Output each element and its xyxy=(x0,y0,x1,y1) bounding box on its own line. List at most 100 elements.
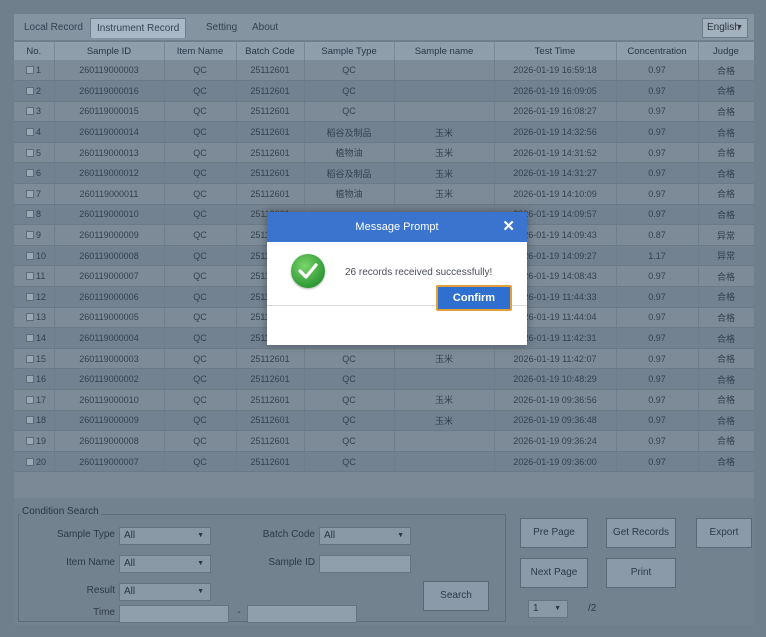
row-number: 9 xyxy=(36,230,42,241)
table-cell: 2026-01-19 16:09:05 xyxy=(494,80,617,102)
page-select[interactable]: 1 ▼ xyxy=(528,600,568,618)
table-row[interactable]: 6 260119000012 QC 25112601 稻谷及制品 玉米 2026-01-19… xyxy=(14,162,754,185)
top-tab-bar: Local Record Instrument Record Setting A… xyxy=(14,14,754,40)
table-cell: 260119000009 xyxy=(54,410,165,432)
row-checkbox[interactable] xyxy=(26,416,34,425)
table-row[interactable]: 17 260119000010 QC 25112601 QC 玉米 2026-01-19 0… xyxy=(14,389,754,411)
pre-page-button[interactable]: Pre Page xyxy=(520,518,588,548)
row-checkbox[interactable] xyxy=(26,231,34,240)
row-number-cell: 7 xyxy=(14,183,55,205)
row-number: 20 xyxy=(36,456,47,467)
table-cell: 合格 xyxy=(698,307,754,329)
table-row[interactable]: 16 260119000002 QC 25112601 QC 2026-01-19 10:… xyxy=(14,368,754,390)
table-row[interactable]: 4 260119000014 QC 25112601 稻谷及制品 玉米 2026-01-19… xyxy=(14,121,754,143)
row-checkbox[interactable] xyxy=(26,395,34,404)
table-cell: 260119000003 xyxy=(54,60,165,82)
close-icon[interactable]: ✕ xyxy=(502,212,515,242)
table-row[interactable]: 18 260119000009 QC 25112601 QC 玉米 2026-01-19 0… xyxy=(14,410,754,432)
table-cell: QC xyxy=(164,451,237,473)
tab-about[interactable]: About xyxy=(246,18,284,38)
row-checkbox[interactable] xyxy=(26,334,34,343)
row-number-cell: 20 xyxy=(14,451,55,473)
table-row[interactable]: 1 260119000003 QC 25112601 QC 2026-01-19 16:5… xyxy=(14,60,754,82)
sample-type-value: All xyxy=(124,530,136,541)
table-row[interactable]: 20 260119000007 QC 25112601 QC 2026-01-19 09:… xyxy=(14,451,754,473)
confirm-button[interactable]: Confirm xyxy=(436,285,512,311)
table-cell: 玉米 xyxy=(394,142,495,164)
row-checkbox[interactable] xyxy=(26,251,34,260)
tab-instrument-record[interactable]: Instrument Record xyxy=(90,18,187,38)
row-number-cell: 5 xyxy=(14,142,55,164)
table-cell: 25112601 xyxy=(236,410,305,432)
row-checkbox[interactable] xyxy=(26,457,34,466)
table-row[interactable]: 15 260119000003 QC 25112601 QC 玉米 2026-01-19 1… xyxy=(14,348,754,370)
table-cell: 260119000012 xyxy=(54,162,165,185)
language-select[interactable]: English ▼ xyxy=(702,18,748,38)
next-page-button[interactable]: Next Page xyxy=(520,558,588,588)
table-cell: 260119000008 xyxy=(54,430,165,452)
row-checkbox[interactable] xyxy=(26,354,34,363)
print-button[interactable]: Print xyxy=(606,558,676,588)
table-cell: 260119000014 xyxy=(54,121,165,143)
result-select[interactable]: All ▼ xyxy=(119,583,211,601)
row-number: 8 xyxy=(36,209,42,220)
row-checkbox[interactable] xyxy=(26,292,34,301)
table-row[interactable]: 5 260119000013 QC 25112601 植物油 玉米 2026-01-19 1… xyxy=(14,142,754,164)
bottom-panel: Sample Type All ▼ Batch Code All ▼ Item … xyxy=(14,498,754,625)
row-number: 11 xyxy=(36,271,46,282)
row-checkbox[interactable] xyxy=(26,86,34,95)
table-cell: 2026-01-19 14:32:56 xyxy=(494,121,617,143)
row-number: 13 xyxy=(36,312,47,323)
row-checkbox[interactable] xyxy=(26,375,34,384)
table-cell: 0.97 xyxy=(616,307,699,329)
table-cell: 260119000013 xyxy=(54,142,165,164)
table-cell: 25112601 xyxy=(236,389,305,411)
sample-type-select[interactable]: All ▼ xyxy=(119,527,211,545)
row-number: 16 xyxy=(36,374,47,385)
row-checkbox[interactable] xyxy=(26,169,34,178)
result-label: Result xyxy=(86,585,115,596)
table-row[interactable]: 19 260119000008 QC 25112601 QC 2026-01-19 09:… xyxy=(14,430,754,452)
table-cell: 稻谷及制品 xyxy=(304,162,395,185)
row-number: 19 xyxy=(36,435,47,446)
row-checkbox[interactable] xyxy=(26,148,34,157)
get-records-button[interactable]: Get Records xyxy=(606,518,676,548)
table-cell: 玉米 xyxy=(394,410,495,432)
tab-local-record[interactable]: Local Record xyxy=(18,18,89,38)
condition-search-box: Sample Type All ▼ Batch Code All ▼ Item … xyxy=(18,514,506,623)
batch-code-select[interactable]: All ▼ xyxy=(319,527,411,545)
row-checkbox[interactable] xyxy=(26,210,34,219)
row-checkbox[interactable] xyxy=(26,128,34,137)
row-number: 2 xyxy=(36,85,42,96)
time-end-input[interactable] xyxy=(247,605,357,623)
table-cell: 25112601 xyxy=(236,430,305,452)
row-checkbox[interactable] xyxy=(26,107,34,116)
row-checkbox[interactable] xyxy=(26,436,34,445)
table-row[interactable]: 2 260119000016 QC 25112601 QC 2026-01-19 16:0… xyxy=(14,80,754,102)
row-number-cell: 10 xyxy=(14,245,55,267)
table-row[interactable]: 3 260119000015 QC 25112601 QC 2026-01-19 16:0… xyxy=(14,101,754,123)
table-cell: 稻谷及制品 xyxy=(304,121,395,143)
row-checkbox[interactable] xyxy=(26,66,34,75)
row-number-cell: 9 xyxy=(14,224,55,246)
item-name-label: Item Name xyxy=(66,557,115,568)
sample-id-input[interactable] xyxy=(319,555,411,573)
row-number-cell: 2 xyxy=(14,80,55,102)
table-row[interactable]: 7 260119000011 QC 25112601 植物油 玉米 2026-01-19 1… xyxy=(14,183,754,205)
export-button[interactable]: Export xyxy=(696,518,752,548)
row-number-cell: 12 xyxy=(14,286,55,308)
row-checkbox[interactable] xyxy=(26,189,34,198)
table-cell: 260119000016 xyxy=(54,80,165,102)
time-start-input[interactable] xyxy=(119,605,229,623)
tab-setting[interactable]: Setting xyxy=(200,18,243,38)
dialog-title: Message Prompt xyxy=(355,221,439,233)
search-button[interactable]: Search xyxy=(423,581,489,611)
row-checkbox[interactable] xyxy=(26,313,34,322)
table-cell: 合格 xyxy=(698,368,754,390)
table-cell: QC xyxy=(304,101,395,123)
row-checkbox[interactable] xyxy=(26,272,34,281)
table-cell: 合格 xyxy=(698,80,754,102)
item-name-select[interactable]: All ▼ xyxy=(119,555,211,573)
table-cell: 0.97 xyxy=(616,60,699,82)
table-cell: 合格 xyxy=(698,183,754,205)
